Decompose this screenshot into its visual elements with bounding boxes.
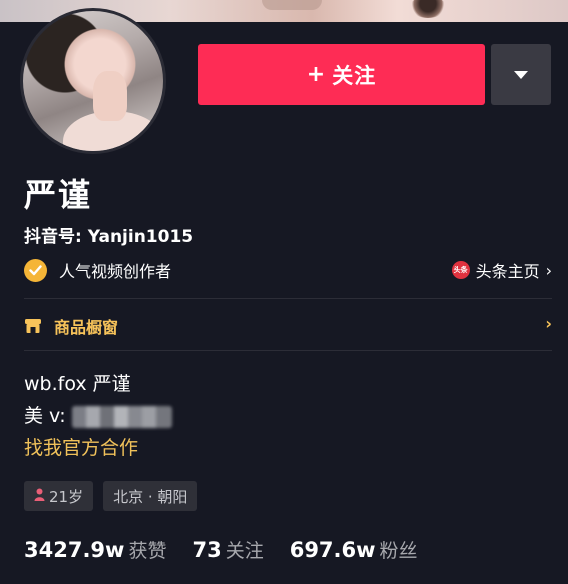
person-icon bbox=[34, 488, 45, 505]
bio-line-cooperation: 找我官方合作 bbox=[24, 437, 139, 459]
bio-line-wechat: 美 v: bbox=[24, 400, 172, 432]
following-stat[interactable]: 73 关注 bbox=[192, 536, 263, 563]
shop-window-row[interactable]: 商品橱窗 › bbox=[24, 312, 552, 340]
fans-stat[interactable]: 697.6w 粉丝 bbox=[290, 536, 418, 563]
chevron-right-icon: › bbox=[545, 260, 552, 280]
divider bbox=[24, 298, 552, 299]
divider bbox=[24, 350, 552, 351]
toutiao-logo-icon: 头条 bbox=[451, 261, 470, 279]
profile-tags: 21岁 北京 · 朝阳 bbox=[24, 481, 198, 511]
bio: wb.fox 严谨 美 v: 找我官方合作 bbox=[24, 368, 172, 464]
verified-check-icon bbox=[24, 258, 47, 282]
location-tag: 北京 · 朝阳 bbox=[103, 481, 198, 511]
certification-row: 人气视频创作者 头条 头条主页 › bbox=[24, 258, 552, 282]
fans-label: 粉丝 bbox=[379, 540, 418, 562]
certification-label: 人气视频创作者 bbox=[59, 262, 172, 281]
following-label: 关注 bbox=[225, 540, 264, 562]
fans-count: 697.6w bbox=[289, 538, 376, 562]
following-count: 73 bbox=[192, 538, 222, 562]
more-options-button[interactable] bbox=[491, 44, 551, 105]
triangle-down-icon bbox=[514, 70, 528, 79]
profile-name: 严谨 bbox=[24, 176, 93, 214]
age-tag: 21岁 bbox=[24, 481, 94, 511]
chevron-right-icon: › bbox=[545, 314, 552, 333]
toutiao-homepage-label: 头条主页 bbox=[475, 262, 540, 281]
likes-label: 获赞 bbox=[128, 540, 167, 562]
follow-button[interactable]: + 关注 bbox=[198, 44, 485, 105]
location-label: 北京 · 朝阳 bbox=[113, 487, 188, 506]
account-id: 抖音号: Yanjin1015 bbox=[24, 227, 194, 247]
plus-icon: + bbox=[306, 62, 327, 87]
shop-window-label: 商品橱窗 bbox=[54, 318, 119, 337]
avatar[interactable] bbox=[20, 8, 166, 154]
redacted-contact bbox=[71, 405, 172, 428]
likes-stat[interactable]: 3427.9w 获赞 bbox=[24, 536, 166, 563]
storefront-icon bbox=[24, 318, 42, 334]
age-label: 21岁 bbox=[49, 487, 84, 506]
follow-button-label: 关注 bbox=[332, 63, 377, 88]
likes-count: 3427.9w bbox=[24, 538, 125, 562]
toutiao-homepage-link[interactable]: 头条 头条主页 › bbox=[451, 258, 552, 282]
bio-line-weibo: wb.fox 严谨 bbox=[24, 373, 131, 395]
profile-stats: 3427.9w 获赞 73 关注 697.6w 粉丝 bbox=[24, 536, 444, 563]
